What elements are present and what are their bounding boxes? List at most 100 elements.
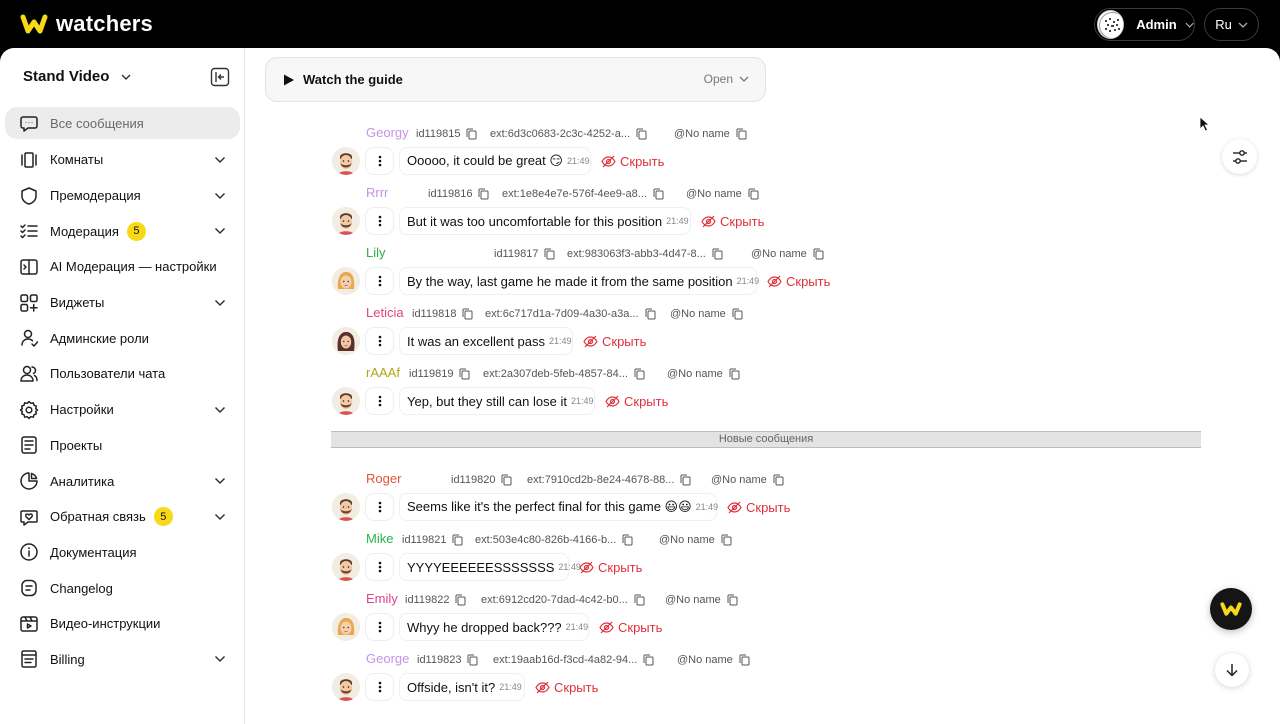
message-menu-button[interactable] [366,674,393,700]
copy-icon[interactable] [634,594,645,606]
message-menu-button[interactable] [366,554,393,580]
copy-icon[interactable] [478,188,489,200]
copy-icon[interactable] [680,474,691,486]
hide-message-button[interactable]: Скрыть [605,387,668,415]
copy-icon[interactable] [773,474,784,486]
hide-message-button[interactable]: Скрыть [583,327,646,355]
sidebar-item-15[interactable]: Billing [0,642,245,678]
guide-open-button[interactable]: Open [704,72,749,86]
avatar[interactable] [332,387,360,415]
pie-chart-icon [20,472,38,490]
sidebar-item-8[interactable]: Настройки [0,392,245,428]
sidebar-item-6[interactable]: Админские роли [0,320,245,356]
copy-icon[interactable] [622,534,633,546]
language-selector[interactable]: Ru [1204,8,1259,41]
avatar[interactable] [332,673,360,701]
copy-icon[interactable] [501,474,512,486]
sidebar-item-1[interactable]: Комнаты [0,142,245,178]
author-name[interactable]: George [366,651,409,666]
scroll-down-button[interactable] [1215,653,1249,687]
copy-icon[interactable] [645,308,656,320]
author-name[interactable]: Georgy [366,125,409,140]
copy-icon[interactable] [544,248,555,260]
message-menu-button[interactable] [366,388,393,414]
message-menu-button[interactable] [366,208,393,234]
chevron-down-icon[interactable] [214,155,226,165]
copy-icon[interactable] [729,368,740,380]
copy-icon[interactable] [634,368,645,380]
filter-settings-button[interactable] [1222,139,1257,174]
copy-icon[interactable] [739,654,750,666]
copy-icon[interactable] [653,188,664,200]
message-menu-button[interactable] [366,328,393,354]
user-menu-button[interactable]: Admin [1094,8,1195,41]
chevron-down-icon[interactable] [214,405,226,415]
guide-banner[interactable]: Watch the guide Open [265,57,766,102]
avatar[interactable] [332,207,360,235]
copy-icon[interactable] [459,368,470,380]
copy-icon[interactable] [643,654,654,666]
author-name[interactable]: Rrrr [366,185,388,200]
hide-message-button[interactable]: Скрыть [701,207,764,235]
author-name[interactable]: Roger [366,471,401,486]
hide-message-button[interactable]: Скрыть [579,553,642,581]
sidebar-item-13[interactable]: Changelog [0,570,245,606]
hide-message-button[interactable]: Скрыть [535,673,598,701]
sidebar-item-10[interactable]: Аналитика [0,463,245,499]
avatar[interactable] [332,267,360,295]
message-menu-button[interactable] [366,614,393,640]
guide-open-label: Open [703,72,733,86]
copy-icon[interactable] [452,534,463,546]
project-selector[interactable]: Stand Video [23,68,131,85]
avatar[interactable] [332,493,360,521]
chevron-down-icon[interactable] [214,191,226,201]
sidebar-item-14[interactable]: Видео-инструкции [0,606,245,642]
sidebar-item-7[interactable]: Пользователи чата [0,356,245,392]
watchers-widget-button[interactable] [1210,588,1252,630]
copy-icon[interactable] [712,248,723,260]
chevron-down-icon[interactable] [214,298,226,308]
copy-icon[interactable] [732,308,743,320]
copy-icon[interactable] [462,308,473,320]
sidebar-item-2[interactable]: Премодерация [0,178,245,214]
sidebar-item-5[interactable]: Виджеты [0,285,245,321]
sidebar-item-12[interactable]: Документация [0,535,245,571]
message-menu-button[interactable] [366,148,393,174]
external-id-text: ext:983063f3-abb3-4d47-8... [567,248,706,260]
copy-icon[interactable] [636,128,647,140]
sidebar-item-0[interactable]: Все сообщения [5,107,240,139]
chevron-down-icon[interactable] [214,512,226,522]
copy-icon[interactable] [467,654,478,666]
hide-message-button[interactable]: Скрыть [601,147,664,175]
message-menu-button[interactable] [366,268,393,294]
hide-message-button[interactable]: Скрыть [599,613,662,641]
hide-message-button[interactable]: Скрыть [727,493,790,521]
sidebar-item-9[interactable]: Проекты [0,428,245,464]
avatar[interactable] [332,147,360,175]
hide-message-button[interactable]: Скрыть [767,267,830,295]
copy-icon[interactable] [748,188,759,200]
chevron-down-icon[interactable] [214,226,226,236]
copy-icon[interactable] [466,128,477,140]
copy-icon[interactable] [736,128,747,140]
sidebar-item-3[interactable]: Модерация 5 [0,213,245,249]
sidebar-item-4[interactable]: AI Модерация — настройки [0,249,245,285]
author-name[interactable]: Leticia [366,305,404,320]
avatar[interactable] [332,327,360,355]
copy-icon[interactable] [813,248,824,260]
copy-icon[interactable] [727,594,738,606]
author-name[interactable]: Mike [366,531,393,546]
author-name[interactable]: rAAAf [366,365,400,380]
collapse-sidebar-icon[interactable] [210,67,230,87]
message-menu-button[interactable] [366,494,393,520]
logo[interactable]: watchers [20,10,153,38]
copy-icon[interactable] [721,534,732,546]
sidebar-item-11[interactable]: Обратная связь 5 [0,499,245,535]
author-name[interactable]: Emily [366,591,398,606]
chevron-down-icon[interactable] [214,476,226,486]
author-name[interactable]: Lily [366,245,386,260]
chevron-down-icon[interactable] [214,654,226,664]
avatar[interactable] [332,553,360,581]
copy-icon[interactable] [455,594,466,606]
avatar[interactable] [332,613,360,641]
